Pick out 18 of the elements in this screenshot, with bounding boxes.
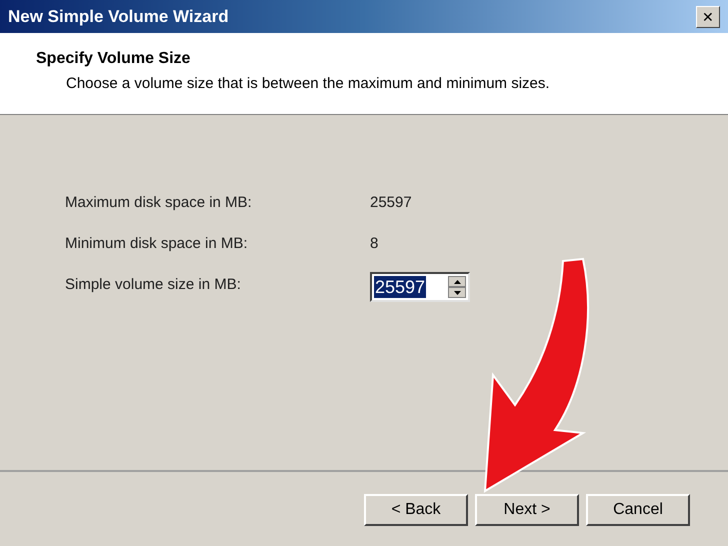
spin-box[interactable]: 25597 (370, 272, 470, 302)
spin-down-button[interactable] (448, 287, 466, 298)
cancel-button[interactable]: Cancel (586, 494, 690, 526)
window-title: New Simple Volume Wizard (8, 6, 229, 28)
field-value: 8 (370, 234, 378, 254)
back-button[interactable]: < Back (364, 494, 468, 526)
field-label: Simple volume size in MB: (65, 275, 242, 295)
spin-up-button[interactable] (448, 276, 466, 287)
page-subtitle: Choose a volume size that is between the maximum and minimum sizes. (65, 74, 551, 94)
field-label: Minimum disk space in MB: (65, 234, 249, 254)
field-value: 25597 (370, 193, 412, 213)
close-button[interactable]: ✕ (696, 6, 720, 28)
page-title: Specify Volume Size (36, 49, 192, 69)
caret-down-icon (454, 290, 460, 294)
field-label: Maximum disk space in MB: (65, 193, 253, 213)
caret-up-icon (454, 280, 460, 284)
next-button[interactable]: Next > (475, 494, 579, 526)
spin-value: 25597 (374, 276, 426, 298)
